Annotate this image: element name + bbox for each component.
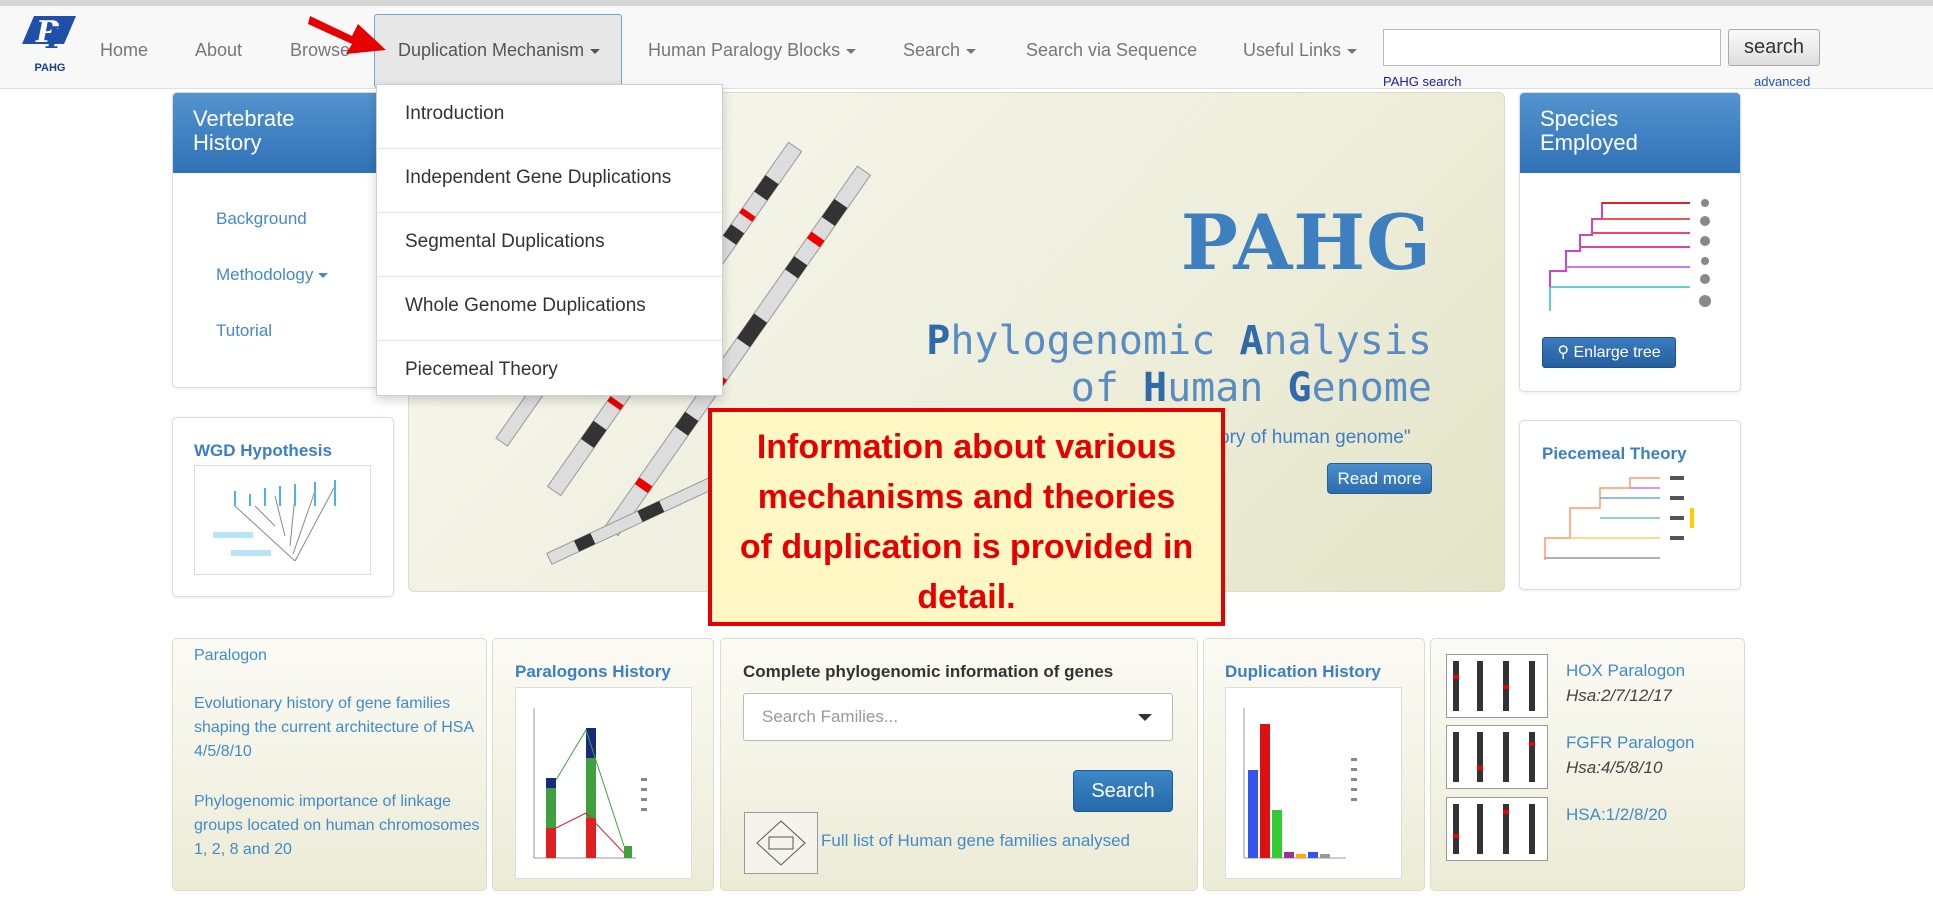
hox-paralogon-sub: Hsa:2/7/12/17 bbox=[1566, 686, 1672, 705]
vertebrate-history-header: Vertebrate History bbox=[173, 93, 393, 173]
sidebar-item-methodology-label: Methodology bbox=[216, 265, 314, 284]
caret-down-icon bbox=[1347, 48, 1358, 54]
nav-home[interactable]: Home bbox=[100, 40, 148, 61]
duplication-history-title[interactable]: Duplication History bbox=[1225, 662, 1381, 682]
hox-paralogon-thumbnail[interactable] bbox=[1446, 654, 1548, 718]
families-list-thumbnail[interactable] bbox=[744, 812, 818, 874]
sidebar-item-methodology[interactable]: Methodology bbox=[216, 265, 329, 285]
nav-useful-links-label: Useful Links bbox=[1243, 40, 1342, 60]
hero-word-of: of bbox=[1070, 365, 1143, 411]
hox-paralogon-link[interactable]: HOX Paralogon bbox=[1566, 661, 1685, 681]
duplication-history-thumbnail[interactable] bbox=[1225, 687, 1402, 879]
wgd-hypothesis-title[interactable]: WGD Hypothesis bbox=[194, 441, 332, 461]
callout-line-4: detail. bbox=[917, 578, 1016, 616]
callout-line-2: mechanisms and theories bbox=[757, 478, 1176, 516]
hero-subtitle-line1: Phylogenomic Analysis bbox=[926, 318, 1432, 364]
hero-quote: ory of human genome" bbox=[1219, 427, 1411, 448]
duplication-history-chart-icon bbox=[1243, 708, 1357, 859]
fgfr-paralogon-thumbnail[interactable] bbox=[1446, 725, 1548, 789]
svg-text:P: P bbox=[45, 21, 70, 56]
full-list-families-link[interactable]: Full list of Human gene families analyse… bbox=[821, 831, 1130, 851]
dropdown-item-whole-genome-duplications[interactable]: Whole Genome Duplications bbox=[377, 277, 722, 341]
paralogon-link-hsa-4-5-8-10[interactable]: Evolutionary history of gene families sh… bbox=[194, 692, 484, 764]
pahg-search-link[interactable]: PAHG search bbox=[1383, 74, 1462, 89]
nav-search[interactable]: Search bbox=[903, 40, 977, 61]
hsa-1-2-8-20-link[interactable]: HSA:1/2/8/20 bbox=[1566, 805, 1667, 825]
caret-down-icon bbox=[590, 48, 601, 54]
vertebrate-history-title-line2: History bbox=[193, 130, 262, 155]
nav-about[interactable]: About bbox=[195, 40, 242, 61]
fgfr-paralogon-sub: Hsa:4/5/8/10 bbox=[1566, 758, 1663, 777]
hero-word-phylogenomic: hylogenomic bbox=[950, 318, 1240, 364]
hsa-blocks-icon bbox=[1453, 804, 1535, 854]
paralogon-heading-link[interactable]: Paralogon bbox=[194, 644, 267, 668]
families-diagram-icon bbox=[756, 820, 806, 866]
paralogons-history-thumbnail[interactable] bbox=[515, 687, 692, 879]
dropdown-item-independent-gene-duplications[interactable]: Independent Gene Duplications bbox=[377, 149, 722, 213]
hero-initial-p: P bbox=[926, 318, 951, 364]
piecemeal-tree-icon[interactable] bbox=[1540, 468, 1720, 568]
nav-duplication-mechanism[interactable]: Duplication Mechanism bbox=[398, 40, 601, 61]
dropdown-item-introduction[interactable]: Introduction bbox=[377, 85, 722, 149]
nav-useful-links[interactable]: Useful Links bbox=[1243, 40, 1358, 61]
navbar: P P PAHG Home About Browse Duplication M… bbox=[0, 6, 1933, 89]
caret-down-icon bbox=[966, 48, 977, 54]
chevron-down-icon bbox=[1138, 714, 1152, 721]
fgfr-paralogon-link[interactable]: FGFR Paralogon bbox=[1566, 733, 1695, 753]
pahg-logo[interactable]: P P PAHG bbox=[20, 14, 80, 78]
families-title: Complete phylogenomic information of gen… bbox=[743, 662, 1114, 681]
hero-word-analysis: nalysis bbox=[1263, 318, 1432, 364]
logo-text: PAHG bbox=[34, 62, 66, 74]
enlarge-tree-button[interactable]: ⚲ Enlarge tree bbox=[1542, 337, 1676, 368]
paralogons-history-title[interactable]: Paralogons History bbox=[515, 662, 671, 682]
species-employed-title-line1: Species bbox=[1540, 106, 1619, 131]
read-more-button[interactable]: Read more bbox=[1327, 463, 1432, 494]
hsa-1-2-8-20-thumbnail[interactable] bbox=[1446, 797, 1548, 861]
hero-word-human: uman bbox=[1167, 365, 1288, 411]
sidebar-item-tutorial[interactable]: Tutorial bbox=[216, 321, 272, 341]
vertebrate-history-panel: Vertebrate History bbox=[172, 92, 394, 388]
zoom-in-icon: ⚲ bbox=[1557, 344, 1574, 361]
duplication-mechanism-dropdown: Introduction Independent Gene Duplicatio… bbox=[376, 84, 723, 396]
search-families-select[interactable]: Search Families... bbox=[743, 693, 1173, 741]
caret-down-icon bbox=[846, 48, 857, 54]
nav-search-label: Search bbox=[903, 40, 961, 60]
hero-initial-h: H bbox=[1142, 365, 1168, 411]
paralogons-history-chart-icon bbox=[533, 708, 647, 859]
search-input[interactable] bbox=[1383, 29, 1721, 66]
advanced-search-link[interactable]: advanced bbox=[1754, 74, 1810, 89]
hero-word-genome: enome bbox=[1311, 365, 1432, 411]
piecemeal-theory-title[interactable]: Piecemeal Theory bbox=[1542, 444, 1687, 464]
dropdown-item-segmental-duplications[interactable]: Segmental Duplications bbox=[377, 213, 722, 277]
vertebrate-history-title-line1: Vertebrate bbox=[193, 106, 295, 131]
nav-search-via-sequence[interactable]: Search via Sequence bbox=[1026, 40, 1197, 61]
hero-initial-g: G bbox=[1287, 365, 1312, 411]
callout-line-3: of duplication is provided in bbox=[739, 528, 1194, 566]
logo-icon: P P bbox=[22, 15, 76, 56]
fgfr-blocks-icon bbox=[1453, 732, 1535, 782]
red-arrow-icon bbox=[308, 16, 386, 54]
hero-title: PAHG bbox=[1180, 198, 1432, 287]
hox-blocks-icon bbox=[1453, 661, 1535, 711]
dropdown-item-piecemeal-theory[interactable]: Piecemeal Theory bbox=[377, 341, 722, 405]
families-search-button[interactable]: Search bbox=[1073, 770, 1173, 812]
caret-down-icon bbox=[318, 273, 329, 279]
nav-human-paralogy-blocks[interactable]: Human Paralogy Blocks bbox=[648, 40, 857, 61]
species-employed-header: Species Employed bbox=[1520, 93, 1740, 173]
wgd-tree-icon bbox=[213, 480, 336, 562]
search-families-placeholder: Search Families... bbox=[762, 707, 899, 726]
annotation-callout: Information about various mechanisms and… bbox=[708, 408, 1225, 626]
paralogon-link-hsa-1-2-8-20[interactable]: Phylogenomic importance of linkage group… bbox=[194, 790, 484, 862]
callout-line-1: Information about various bbox=[756, 428, 1177, 466]
sidebar-item-background[interactable]: Background bbox=[216, 209, 307, 229]
hero-subtitle-line2: of Human Genome bbox=[1071, 365, 1432, 411]
wgd-hypothesis-thumbnail[interactable] bbox=[194, 465, 371, 575]
species-employed-title-line2: Employed bbox=[1540, 130, 1638, 155]
enlarge-tree-label: Enlarge tree bbox=[1573, 344, 1661, 361]
nav-human-paralogy-blocks-label: Human Paralogy Blocks bbox=[648, 40, 841, 60]
species-tree-icon[interactable] bbox=[1540, 191, 1720, 321]
hero-initial-a: A bbox=[1239, 318, 1264, 364]
nav-duplication-mechanism-label: Duplication Mechanism bbox=[398, 40, 585, 60]
search-button[interactable]: search bbox=[1728, 29, 1820, 66]
